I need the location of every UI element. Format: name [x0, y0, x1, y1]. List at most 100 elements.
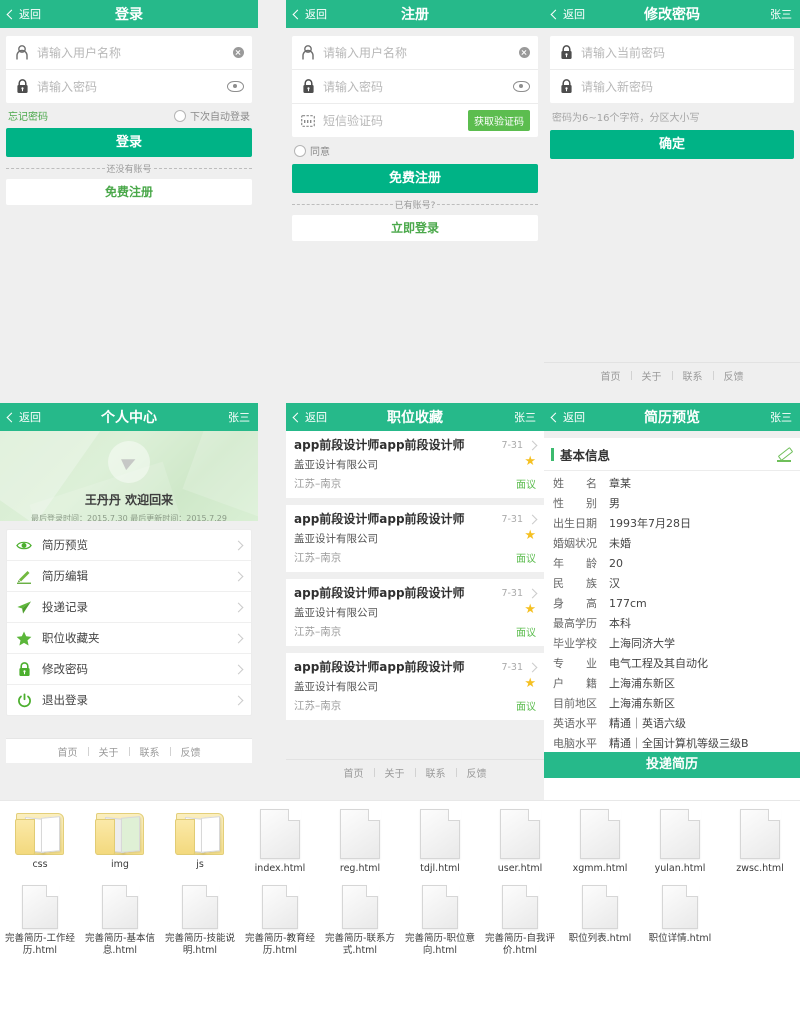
clear-icon[interactable] [519, 47, 530, 58]
pencil-icon[interactable] [777, 448, 791, 462]
file-item-education[interactable]: 完善简历-教育经历.html [240, 877, 320, 957]
nav-about[interactable]: 关于 [375, 765, 415, 780]
job-location: 江苏–南京 [294, 552, 342, 564]
file-item-self-evaluation[interactable]: 完善简历-自我评价.html [480, 877, 560, 957]
nav-home[interactable]: 首页 [48, 744, 88, 759]
file-item-zwsc-html[interactable]: zwsc.html [720, 801, 800, 875]
lock-icon [16, 661, 32, 677]
star-icon[interactable]: ★ [524, 677, 536, 690]
nav-feedback[interactable]: 反馈 [714, 368, 754, 383]
new-password-row[interactable]: 请输入新密码 [550, 70, 794, 103]
login-button[interactable]: 登录 [6, 128, 252, 157]
forgot-password-link[interactable]: 忘记密码 [8, 108, 48, 123]
job-list-item[interactable]: app前段设计师app前段设计师 7-31 盖亚设计有限公司 江苏–南京 ★ 面… [286, 653, 544, 727]
menu-item-delivery-records[interactable]: 投递记录 [7, 592, 251, 623]
eye-icon[interactable] [227, 81, 244, 92]
register-submit-button[interactable]: 免费注册 [292, 164, 538, 193]
username-row[interactable]: 请输入用户名称 [6, 36, 252, 70]
username-row[interactable]: 请输入用户名称 [292, 36, 538, 70]
nav-contact[interactable]: 联系 [130, 744, 170, 759]
menu-item-resume-preview[interactable]: 简历预览 [7, 530, 251, 561]
job-list-item[interactable]: app前段设计师app前段设计师 7-31 盖亚设计有限公司 江苏–南京 ★ 面… [286, 505, 544, 579]
file-item-skills[interactable]: 完善简历-技能说明.html [160, 877, 240, 957]
password-input[interactable]: 请输入密码 [323, 78, 513, 95]
file-item-xgmm-html[interactable]: xgmm.html [560, 801, 640, 875]
star-icon[interactable]: ★ [524, 603, 536, 616]
file-item-contact[interactable]: 完善简历-联系方式.html [320, 877, 400, 957]
job-list-item[interactable]: app前段设计师app前段设计师 7-31 盖亚设计有限公司 江苏–南京 ★ 面… [286, 579, 544, 653]
current-password-input[interactable]: 请输入当前密码 [581, 44, 786, 61]
password-row[interactable]: 请输入密码 [6, 70, 252, 103]
star-icon[interactable]: ★ [524, 529, 536, 542]
file-item-reg-html[interactable]: reg.html [320, 801, 400, 875]
file-item-img[interactable]: img [80, 801, 160, 875]
back-button[interactable]: 返回 [544, 409, 585, 425]
spacer [544, 431, 800, 438]
checkbox-icon[interactable] [174, 109, 186, 122]
free-register-button[interactable]: 免费注册 [6, 179, 252, 205]
lock-icon [300, 79, 316, 95]
auto-login-toggle[interactable]: 下次自动登录 [174, 108, 250, 123]
avatar[interactable] [108, 441, 150, 483]
agree-row[interactable]: 同意 [286, 137, 544, 164]
confirm-button[interactable]: 确定 [550, 130, 794, 159]
job-list-item[interactable]: app前段设计师app前段设计师 7-31 盖亚设计有限公司 江苏–南京 ★ 面… [286, 431, 544, 505]
username-input[interactable]: 请输入用户名称 [37, 44, 233, 61]
html-file-icon [502, 884, 539, 929]
file-item-yulan-html[interactable]: yulan.html [640, 801, 720, 875]
back-button[interactable]: 返回 [286, 6, 327, 22]
lock-icon [558, 79, 574, 95]
sms-code-row[interactable]: 短信验证码 获取验证码 [292, 104, 538, 137]
file-item-css[interactable]: css [0, 801, 80, 875]
checkbox-icon[interactable] [294, 144, 306, 157]
clear-icon[interactable] [233, 47, 244, 58]
back-button[interactable]: 返回 [0, 6, 41, 22]
nav-contact[interactable]: 联系 [416, 765, 456, 780]
file-item-user-html[interactable]: user.html [480, 801, 560, 875]
html-file-icon [662, 884, 699, 929]
menu-item-resume-edit[interactable]: 简历编辑 [7, 561, 251, 592]
file-item-index-html[interactable]: index.html [240, 801, 320, 875]
nav-feedback[interactable]: 反馈 [171, 744, 211, 759]
file-name: 职位详情.html [648, 933, 712, 944]
password-row[interactable]: 请输入密码 [292, 70, 538, 104]
html-file-icon [262, 884, 299, 929]
nav-about[interactable]: 关于 [89, 744, 129, 759]
eye-icon[interactable] [513, 81, 530, 92]
password-input[interactable]: 请输入密码 [37, 78, 227, 95]
file-item-basic-info[interactable]: 完善简历-基本信息.html [80, 877, 160, 957]
menu-item-job-favorites[interactable]: 职位收藏夹 [7, 623, 251, 654]
back-button[interactable]: 返回 [544, 6, 585, 22]
get-code-button[interactable]: 获取验证码 [468, 110, 530, 131]
nav-home[interactable]: 首页 [591, 368, 631, 383]
menu-item-logout[interactable]: 退出登录 [7, 685, 251, 715]
file-item-job-detail[interactable]: 职位详情.html [640, 877, 720, 957]
back-button[interactable]: 返回 [0, 409, 41, 425]
nav-feedback[interactable]: 反馈 [457, 765, 497, 780]
file-item-tdjl-html[interactable]: tdjl.html [400, 801, 480, 875]
goto-login-button[interactable]: 立即登录 [292, 215, 538, 241]
info-label: 专 业 [553, 657, 597, 670]
sms-code-input[interactable]: 短信验证码 [323, 112, 468, 129]
back-button[interactable]: 返回 [286, 409, 327, 425]
current-password-row[interactable]: 请输入当前密码 [550, 36, 794, 70]
file-item-job-list[interactable]: 职位列表.html [560, 877, 640, 957]
menu-item-label: 简历编辑 [42, 569, 88, 583]
nav-contact[interactable]: 联系 [673, 368, 713, 383]
html-file-icon [420, 808, 461, 859]
file-item-work-experience[interactable]: 完善简历-工作经历.html [0, 877, 80, 957]
basic-info-list: 姓 名章某 性 别男 出生日期 1993年7月28日 婚姻状况 未婚 年 龄 20 民… [544, 471, 800, 761]
info-label: 目前地区 [553, 697, 597, 710]
username-input[interactable]: 请输入用户名称 [323, 44, 519, 61]
html-file-icon [342, 884, 379, 929]
nav-about[interactable]: 关于 [632, 368, 672, 383]
nav-home[interactable]: 首页 [334, 765, 374, 780]
file-item-job-intention[interactable]: 完善简历-职位意向.html [400, 877, 480, 957]
menu-item-change-password[interactable]: 修改密码 [7, 654, 251, 685]
submit-resume-button[interactable]: 投递简历 [544, 752, 800, 778]
file-item-js[interactable]: js [160, 801, 240, 875]
job-header-row: app前段设计师app前段设计师 7-31 [294, 438, 538, 453]
job-title: app前段设计师app前段设计师 [294, 512, 465, 526]
star-icon[interactable]: ★ [524, 455, 536, 468]
new-password-input[interactable]: 请输入新密码 [581, 78, 786, 95]
